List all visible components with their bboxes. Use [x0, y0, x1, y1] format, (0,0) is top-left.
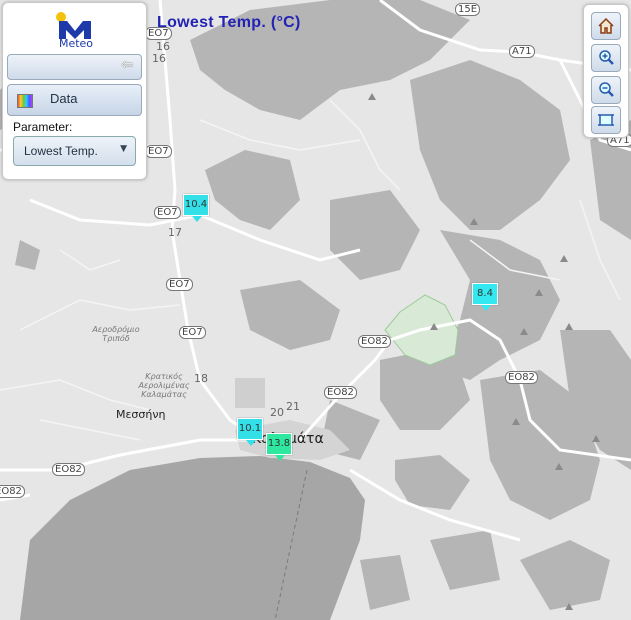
zoom-out-icon: [599, 82, 614, 97]
distance-label: 16: [152, 52, 166, 65]
side-panel: Meteo ⇦ Data Parameter: Lowest Temp. ▼: [2, 2, 147, 180]
distance-label: 20: [270, 406, 284, 419]
parameter-label: Parameter:: [13, 120, 73, 134]
station-marker[interactable]: 13.8: [266, 433, 292, 461]
zoom-in-button[interactable]: [591, 44, 621, 72]
road-shield: EO7: [179, 326, 206, 339]
road-shield: EO82: [0, 485, 25, 498]
chevron-down-icon: ▼: [120, 144, 127, 154]
road-shield: EO82: [324, 386, 357, 399]
road-shield: A71: [509, 45, 535, 58]
distance-label: 17: [168, 226, 182, 239]
zoom-extent-button[interactable]: [591, 106, 621, 134]
place-label-airport-national: Κρατικός Αερολιμένας Καλαμάτας: [138, 372, 190, 399]
home-button[interactable]: [591, 12, 621, 40]
zoom-extent-icon: [598, 114, 614, 126]
home-icon: [598, 17, 614, 34]
zoom-out-button[interactable]: [591, 76, 621, 104]
road-shield: EO82: [358, 335, 391, 348]
road-shield: EO82: [52, 463, 85, 476]
zoom-in-icon: [599, 50, 614, 65]
distance-label: 18: [194, 372, 208, 385]
station-marker[interactable]: 10.1: [237, 418, 263, 446]
palette-icon: [17, 94, 33, 108]
data-button[interactable]: Data: [7, 84, 142, 116]
arrow-left-icon: ⇦: [121, 57, 133, 73]
parameter-select[interactable]: Lowest Temp. ▼: [13, 136, 136, 166]
road-shield: 15E: [455, 3, 481, 16]
place-label-airport: Αεροδρόμιο Τριπόδ: [92, 325, 140, 343]
parameter-select-value: Lowest Temp.: [24, 144, 98, 158]
data-button-label: Data: [50, 91, 78, 106]
logo-text: Meteo: [58, 37, 94, 50]
station-marker[interactable]: 10.4: [183, 194, 209, 222]
distance-label: 21: [286, 400, 300, 413]
road-shield: EO7: [145, 145, 172, 158]
map-controls: [583, 4, 629, 138]
map-title: Lowest Temp. (°C): [157, 14, 301, 31]
road-shield: EO7: [166, 278, 193, 291]
station-marker[interactable]: 8.4: [472, 283, 498, 311]
collapse-panel-button[interactable]: ⇦: [7, 54, 142, 80]
road-shield: EO7: [154, 206, 181, 219]
road-shield: EO82: [505, 371, 538, 384]
place-label-messini: Μεσσήνη: [116, 408, 166, 421]
